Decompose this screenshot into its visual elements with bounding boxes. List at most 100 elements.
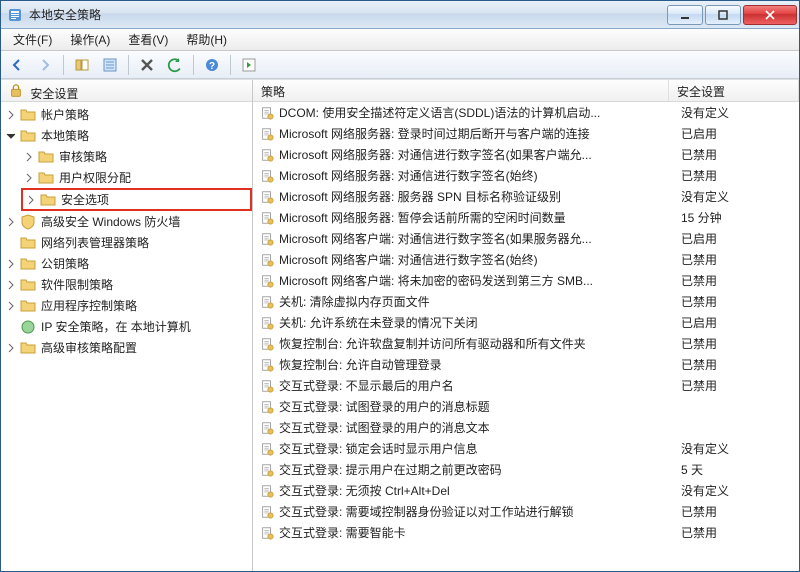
maximize-button[interactable] — [705, 5, 741, 25]
menu-help[interactable]: 帮助(H) — [178, 29, 235, 50]
tree-item-windows-firewall[interactable]: 高级安全 Windows 防火墙 — [3, 211, 252, 232]
toolbar-separator — [193, 55, 194, 75]
back-button[interactable] — [5, 54, 29, 76]
expander-icon[interactable] — [3, 277, 19, 293]
expander-icon[interactable] — [3, 298, 19, 314]
toolbar-separator — [230, 55, 231, 75]
delete-button[interactable] — [135, 54, 159, 76]
list-row[interactable]: 交互式登录: 不显示最后的用户名已禁用 — [253, 375, 799, 396]
tree-item-security-options[interactable]: 安全选项 — [23, 189, 250, 210]
policy-setting: 已禁用 — [681, 335, 799, 352]
expander-icon[interactable] — [21, 170, 37, 186]
column-header-policy[interactable]: 策略 — [253, 80, 669, 101]
list-row[interactable]: Microsoft 网络服务器: 对通信进行数字签名(如果客户端允...已禁用 — [253, 144, 799, 165]
menu-file[interactable]: 文件(F) — [5, 29, 60, 50]
list-row[interactable]: 交互式登录: 无须按 Ctrl+Alt+Del没有定义 — [253, 480, 799, 501]
highlight-security-options: 安全选项 — [21, 188, 252, 211]
list-row[interactable]: Microsoft 网络客户端: 将未加密的密码发送到第三方 SMB...已禁用 — [253, 270, 799, 291]
list-body[interactable]: DCOM: 使用安全描述符定义语言(SDDL)语法的计算机启动...没有定义Mi… — [253, 102, 799, 571]
list-row[interactable]: 关机: 清除虚拟内存页面文件已禁用 — [253, 291, 799, 312]
expander-icon[interactable] — [3, 340, 19, 356]
folder-icon — [20, 340, 36, 356]
show-hide-tree-button[interactable] — [70, 54, 94, 76]
export-list-button[interactable] — [98, 54, 122, 76]
tree-item-ipsec[interactable]: IP 安全策略，在 本地计算机 — [3, 316, 252, 337]
tree-header-label: 安全设置 — [30, 87, 78, 101]
list-row[interactable]: 关机: 允许系统在未登录的情况下关闭已启用 — [253, 312, 799, 333]
list-row[interactable]: 交互式登录: 锁定会话时显示用户信息没有定义 — [253, 438, 799, 459]
menu-view[interactable]: 查看(V) — [120, 29, 176, 50]
tree-item-user-rights[interactable]: 用户权限分配 — [21, 167, 252, 188]
tree-item-audit-policy[interactable]: 审核策略 — [21, 146, 252, 167]
policy-setting: 已禁用 — [681, 524, 799, 541]
expander-icon[interactable] — [23, 192, 39, 208]
refresh-button[interactable] — [163, 54, 187, 76]
policy-item-icon — [259, 126, 275, 142]
tree-label: 审核策略 — [57, 147, 109, 166]
policy-name: 交互式登录: 需要智能卡 — [279, 524, 681, 541]
extra-button[interactable] — [237, 54, 261, 76]
list-row[interactable]: Microsoft 网络服务器: 服务器 SPN 目标名称验证级别没有定义 — [253, 186, 799, 207]
list-row[interactable]: Microsoft 网络服务器: 暂停会话前所需的空闲时间数量15 分钟 — [253, 207, 799, 228]
policy-setting: 已启用 — [681, 125, 799, 142]
expander-icon[interactable] — [3, 107, 19, 123]
tree-item-public-key[interactable]: 公钥策略 — [3, 253, 252, 274]
list-row[interactable]: Microsoft 网络客户端: 对通信进行数字签名(如果服务器允...已启用 — [253, 228, 799, 249]
policy-setting: 没有定义 — [681, 188, 799, 205]
expander-spacer — [3, 235, 19, 251]
content: 安全设置 帐户策略 本地策略 — [1, 79, 799, 571]
tree-item-advanced-audit[interactable]: 高级审核策略配置 — [3, 337, 252, 358]
list-row[interactable]: DCOM: 使用安全描述符定义语言(SDDL)语法的计算机启动...没有定义 — [253, 102, 799, 123]
help-button[interactable]: ? — [200, 54, 224, 76]
policy-setting: 已禁用 — [681, 251, 799, 268]
list-row[interactable]: Microsoft 网络客户端: 对通信进行数字签名(始终)已禁用 — [253, 249, 799, 270]
policy-name: 交互式登录: 需要域控制器身份验证以对工作站进行解锁 — [279, 503, 681, 520]
minimize-button[interactable] — [667, 5, 703, 25]
column-header-setting[interactable]: 安全设置 — [669, 80, 799, 101]
tree-item-network-list[interactable]: 网络列表管理器策略 — [3, 232, 252, 253]
tree-item-app-control[interactable]: 应用程序控制策略 — [3, 295, 252, 316]
forward-button[interactable] — [33, 54, 57, 76]
policy-setting: 已启用 — [681, 314, 799, 331]
policy-setting: 已禁用 — [681, 356, 799, 373]
tree-label: 软件限制策略 — [39, 275, 115, 294]
list-row[interactable]: 交互式登录: 提示用户在过期之前更改密码5 天 — [253, 459, 799, 480]
policy-name: Microsoft 网络服务器: 服务器 SPN 目标名称验证级别 — [279, 188, 681, 205]
policy-item-icon — [259, 525, 275, 541]
policy-setting: 已禁用 — [681, 146, 799, 163]
list-row[interactable]: Microsoft 网络服务器: 登录时间过期后断开与客户端的连接已启用 — [253, 123, 799, 144]
policy-item-icon — [259, 189, 275, 205]
expander-icon[interactable] — [3, 214, 19, 230]
tree[interactable]: 帐户策略 本地策略 审核策略 — [1, 102, 252, 571]
tree-item-software-restriction[interactable]: 软件限制策略 — [3, 274, 252, 295]
tree-item-local-policy[interactable]: 本地策略 — [3, 125, 252, 146]
policy-item-icon — [259, 315, 275, 331]
window-buttons — [665, 5, 797, 25]
policy-setting: 没有定义 — [681, 440, 799, 457]
folder-icon — [40, 192, 56, 208]
list-row[interactable]: 交互式登录: 试图登录的用户的消息文本 — [253, 417, 799, 438]
expander-icon[interactable] — [3, 128, 19, 144]
list-row[interactable]: 恢复控制台: 允许自动管理登录已禁用 — [253, 354, 799, 375]
svg-text:?: ? — [209, 61, 215, 72]
list-row[interactable]: 交互式登录: 试图登录的用户的消息标题 — [253, 396, 799, 417]
app-icon — [7, 7, 23, 23]
policy-item-icon — [259, 252, 275, 268]
folder-icon — [20, 277, 36, 293]
list-pane: 策略 安全设置 DCOM: 使用安全描述符定义语言(SDDL)语法的计算机启动.… — [253, 80, 799, 571]
expander-icon[interactable] — [21, 149, 37, 165]
close-button[interactable] — [743, 5, 797, 25]
list-row[interactable]: 交互式登录: 需要智能卡已禁用 — [253, 522, 799, 543]
policy-item-icon — [259, 294, 275, 310]
tree-item-account-policy[interactable]: 帐户策略 — [3, 104, 252, 125]
tree-label: 高级安全 Windows 防火墙 — [39, 212, 182, 231]
expander-icon[interactable] — [3, 256, 19, 272]
tree-label: 网络列表管理器策略 — [39, 233, 151, 252]
policy-item-icon — [259, 420, 275, 436]
menu-action[interactable]: 操作(A) — [62, 29, 118, 50]
list-row[interactable]: 交互式登录: 需要域控制器身份验证以对工作站进行解锁已禁用 — [253, 501, 799, 522]
list-row[interactable]: 恢复控制台: 允许软盘复制并访问所有驱动器和所有文件夹已禁用 — [253, 333, 799, 354]
policy-name: Microsoft 网络服务器: 登录时间过期后断开与客户端的连接 — [279, 125, 681, 142]
list-row[interactable]: Microsoft 网络服务器: 对通信进行数字签名(始终)已禁用 — [253, 165, 799, 186]
tree-label: 公钥策略 — [39, 254, 91, 273]
